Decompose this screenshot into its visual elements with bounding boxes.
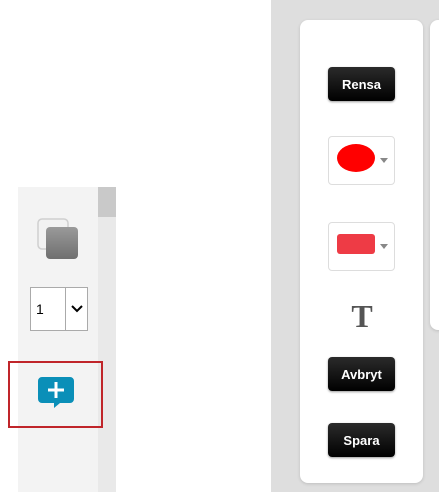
add-comment-icon bbox=[36, 375, 76, 414]
fill-color-picker[interactable] bbox=[328, 136, 395, 185]
add-comment-button[interactable] bbox=[8, 361, 103, 428]
page-select[interactable]: 1 bbox=[30, 287, 88, 331]
caret-down-icon bbox=[379, 244, 388, 249]
scrollbar-track[interactable] bbox=[98, 187, 116, 492]
stroke-color-swatch-icon bbox=[336, 233, 376, 260]
layers-icon[interactable] bbox=[36, 217, 82, 263]
caret-down-icon bbox=[379, 158, 388, 163]
scrollbar-thumb[interactable] bbox=[98, 187, 116, 217]
page-select-value: 1 bbox=[36, 301, 44, 317]
side-card bbox=[430, 20, 439, 330]
stroke-color-picker[interactable] bbox=[328, 222, 395, 271]
save-button[interactable]: Spara bbox=[328, 423, 395, 457]
cancel-button[interactable]: Avbryt bbox=[328, 357, 395, 391]
chevron-down-icon[interactable] bbox=[65, 288, 87, 330]
fill-color-swatch-icon bbox=[336, 143, 376, 178]
text-tool-button[interactable]: T bbox=[340, 296, 384, 336]
clear-button[interactable]: Rensa bbox=[328, 67, 395, 101]
